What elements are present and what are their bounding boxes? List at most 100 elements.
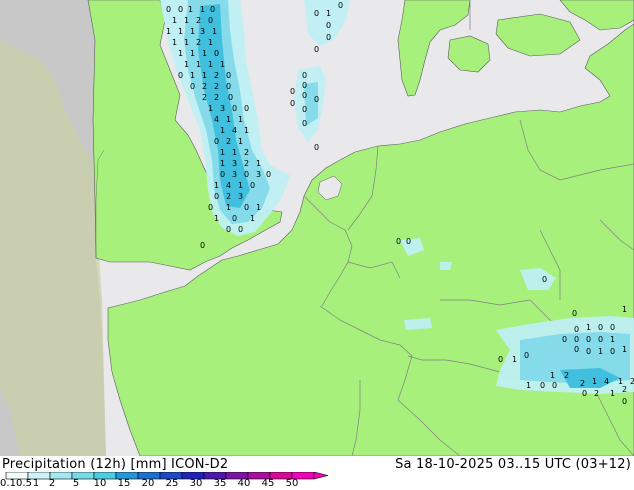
- svg-text:1: 1: [238, 115, 243, 124]
- svg-text:0: 0: [586, 347, 591, 356]
- svg-text:4: 4: [232, 126, 237, 135]
- svg-text:1: 1: [184, 38, 189, 47]
- svg-text:1: 1: [512, 355, 517, 364]
- svg-text:0: 0: [574, 325, 579, 334]
- svg-text:0: 0: [542, 275, 547, 284]
- svg-text:0: 0: [574, 345, 579, 354]
- svg-text:1: 1: [526, 381, 531, 390]
- svg-text:1: 1: [326, 9, 331, 18]
- svg-text:3: 3: [200, 27, 205, 36]
- svg-text:0: 0: [574, 335, 579, 344]
- svg-text:1: 1: [220, 148, 225, 157]
- svg-text:0: 0: [562, 335, 567, 344]
- svg-text:0: 0: [314, 9, 319, 18]
- svg-text:2: 2: [594, 389, 599, 398]
- svg-text:2: 2: [214, 93, 219, 102]
- svg-text:0: 0: [228, 93, 233, 102]
- svg-text:0: 0: [338, 1, 343, 10]
- svg-text:1: 1: [610, 389, 615, 398]
- svg-text:1: 1: [238, 181, 243, 190]
- colorbar-tick-label: 45: [261, 478, 275, 489]
- svg-text:0: 0: [552, 381, 557, 390]
- svg-text:0: 0: [302, 71, 307, 80]
- svg-text:0: 0: [190, 82, 195, 91]
- svg-text:1: 1: [226, 203, 231, 212]
- svg-text:0: 0: [178, 71, 183, 80]
- svg-text:3: 3: [232, 170, 237, 179]
- svg-text:2: 2: [202, 82, 207, 91]
- svg-text:0: 0: [302, 81, 307, 90]
- svg-text:0: 0: [220, 170, 225, 179]
- svg-text:1: 1: [244, 126, 249, 135]
- svg-text:2: 2: [226, 137, 231, 146]
- svg-text:1: 1: [232, 148, 237, 157]
- svg-text:0: 0: [244, 104, 249, 113]
- svg-text:0: 0: [210, 5, 215, 14]
- svg-text:2: 2: [214, 71, 219, 80]
- svg-text:1: 1: [172, 38, 177, 47]
- svg-text:0: 0: [314, 95, 319, 104]
- svg-text:0: 0: [244, 203, 249, 212]
- svg-text:0: 0: [610, 323, 615, 332]
- svg-text:0: 0: [610, 347, 615, 356]
- svg-text:2: 2: [564, 371, 569, 380]
- colorbar-tick-label: 1: [32, 478, 40, 489]
- svg-text:3: 3: [238, 192, 243, 201]
- svg-text:0: 0: [302, 119, 307, 128]
- colorbar-tick-label: 25: [165, 478, 179, 489]
- svg-text:1: 1: [214, 214, 219, 223]
- svg-text:4: 4: [604, 377, 609, 386]
- svg-text:1: 1: [238, 137, 243, 146]
- svg-text:0: 0: [302, 105, 307, 114]
- svg-text:2: 2: [214, 82, 219, 91]
- svg-text:0: 0: [214, 137, 219, 146]
- svg-text:0: 0: [208, 16, 213, 25]
- svg-text:2: 2: [196, 16, 201, 25]
- svg-text:0: 0: [266, 170, 271, 179]
- colorbar-tick-label: 20: [141, 478, 155, 489]
- svg-text:3: 3: [256, 170, 261, 179]
- svg-text:0: 0: [166, 5, 171, 14]
- map-footer: Precipitation (12h) [mm] ICON-D2 Sa 18-1…: [0, 456, 634, 490]
- svg-text:1: 1: [250, 214, 255, 223]
- svg-text:2: 2: [202, 93, 207, 102]
- svg-text:3: 3: [220, 104, 225, 113]
- svg-text:0: 0: [214, 49, 219, 58]
- colorbar-tick-label: 0.5: [16, 478, 32, 489]
- svg-text:1: 1: [190, 71, 195, 80]
- svg-text:4: 4: [226, 181, 231, 190]
- svg-text:0: 0: [290, 87, 295, 96]
- svg-text:1: 1: [592, 377, 597, 386]
- svg-text:0: 0: [200, 241, 205, 250]
- svg-text:0: 0: [586, 335, 591, 344]
- colorbar-tick-label: 5: [72, 478, 80, 489]
- svg-text:1: 1: [208, 60, 213, 69]
- svg-text:2: 2: [630, 377, 634, 386]
- svg-text:0: 0: [524, 351, 529, 360]
- svg-text:2: 2: [244, 159, 249, 168]
- svg-text:1: 1: [172, 16, 177, 25]
- svg-text:0: 0: [598, 335, 603, 344]
- svg-text:0: 0: [226, 225, 231, 234]
- svg-text:0: 0: [178, 5, 183, 14]
- svg-text:1: 1: [586, 323, 591, 332]
- svg-text:1: 1: [208, 104, 213, 113]
- colorbar-tick-label: 15: [117, 478, 131, 489]
- svg-text:1: 1: [220, 159, 225, 168]
- svg-text:1: 1: [184, 16, 189, 25]
- svg-text:3: 3: [232, 159, 237, 168]
- svg-text:0: 0: [598, 323, 603, 332]
- svg-text:0: 0: [406, 237, 411, 246]
- svg-text:1: 1: [220, 60, 225, 69]
- svg-text:0: 0: [290, 99, 295, 108]
- svg-text:1: 1: [256, 203, 261, 212]
- svg-text:1: 1: [622, 345, 627, 354]
- precipitation-map: 00110 1120 11131 1121 1110 1111 01120 02…: [0, 0, 634, 456]
- svg-text:1: 1: [622, 305, 627, 314]
- svg-text:0: 0: [326, 33, 331, 42]
- svg-text:0: 0: [396, 237, 401, 246]
- svg-text:1: 1: [184, 60, 189, 69]
- svg-text:1: 1: [256, 159, 261, 168]
- svg-text:1: 1: [214, 181, 219, 190]
- colorbar-tick-label: 10: [93, 478, 107, 489]
